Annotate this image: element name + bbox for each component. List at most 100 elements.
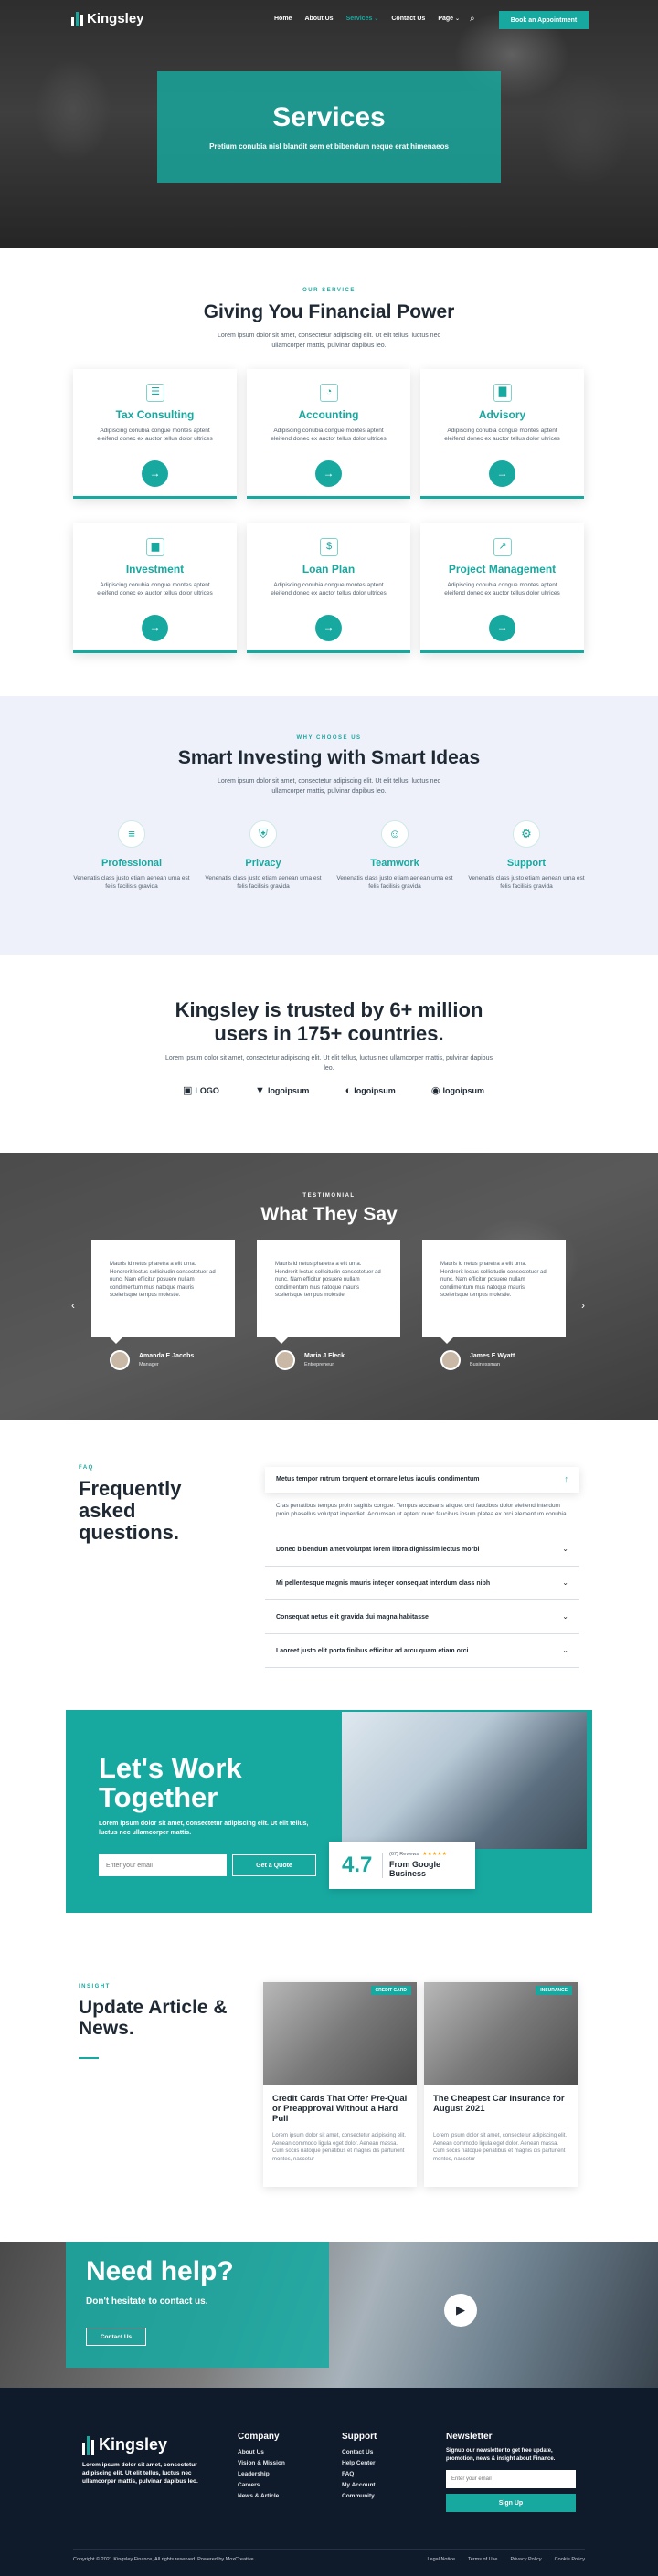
faq-section: FAQ Frequently asked questions. Metus te… — [0, 1420, 658, 1710]
testimonial-quote: Mauris id netus pharetra a elit urna. He… — [275, 1262, 381, 1298]
author-role: Businessman — [470, 1362, 501, 1367]
footer-link[interactable]: About Us — [238, 2449, 285, 2455]
legal-links: Legal Notice Terms of Use Privacy Policy… — [427, 2557, 585, 2562]
feature-desc: Venenatis class justo etiam aenean urna … — [468, 875, 585, 890]
legal-link[interactable]: Terms of Use — [468, 2557, 497, 2562]
service-desc: Adipiscing conubia congue montes aptent … — [97, 428, 213, 442]
faq-item[interactable]: Mi pellentesque magnis mauris integer co… — [265, 1567, 579, 1600]
contact-us-button[interactable]: Contact Us — [86, 2328, 146, 2346]
arrow-right-button[interactable]: → — [142, 615, 168, 641]
footer-link[interactable]: Vision & Mission — [238, 2460, 285, 2466]
help-subtitle: Don't hesitate to contact us. — [86, 2296, 208, 2307]
nav-item-home[interactable]: Home — [274, 16, 292, 22]
chevron-down-icon: ⌄ — [562, 1545, 568, 1553]
service-desc: Adipiscing conubia congue montes aptent … — [444, 582, 560, 596]
legal-link[interactable]: Legal Notice — [427, 2557, 455, 2562]
footer: Kingsley Lorem ipsum dolor sit amet, con… — [0, 2388, 658, 2576]
testimonial-eyebrow: TESTIMONIAL — [302, 1193, 356, 1198]
article-title[interactable]: Credit Cards That Offer Pre-Qual or Prea… — [272, 2094, 408, 2124]
nav-item-page[interactable]: Page ⌄ — [438, 16, 460, 22]
why-features: ≡ Professional Venenatis class justo eti… — [73, 820, 585, 891]
faq-title: Frequently asked questions. — [79, 1477, 182, 1544]
faq-item-open[interactable]: Metus tempor rutrum torquent et ornare l… — [265, 1467, 579, 1493]
article-excerpt: Lorem ipsum dolor sit amet, consectetur … — [433, 2133, 568, 2162]
legal-link[interactable]: Cookie Policy — [555, 2557, 585, 2562]
arrow-right-button[interactable]: → — [315, 460, 342, 487]
footer-link[interactable]: Leadership — [238, 2471, 285, 2477]
nav-item-services[interactable]: Services ⌄ — [346, 16, 379, 22]
author-name: James E Wyatt — [470, 1353, 515, 1359]
feature-item: ⚙ Support Venenatis class justo etiam ae… — [468, 820, 585, 891]
services-subtitle: Lorem ipsum dolor sit amet, consectetur … — [218, 333, 440, 349]
partner-logo: ▣ LOGO — [183, 1084, 219, 1096]
footer-logo[interactable]: Kingsley — [82, 2435, 167, 2455]
book-appointment-button[interactable]: Book an Appointment — [499, 11, 589, 29]
footer-link[interactable]: News & Article — [238, 2493, 285, 2499]
brand-logo[interactable]: Kingsley — [71, 11, 144, 26]
article-card[interactable]: INSURANCE The Cheapest Car Insurance for… — [424, 1982, 578, 2187]
testimonial-author: James E Wyatt Businessman — [440, 1350, 578, 1372]
feature-item: ☺ Teamwork Venenatis class justo etiam a… — [336, 820, 453, 891]
testimonial-card: Mauris id netus pharetra a elit urna. He… — [91, 1240, 235, 1344]
faq-question: Metus tempor rutrum torquent et ornare l… — [276, 1476, 480, 1483]
faq-accordion: Metus tempor rutrum torquent et ornare l… — [265, 1467, 579, 1668]
testimonial-author: Amanda E Jacobs Manager — [110, 1350, 247, 1372]
author-role: Entrepreneur — [304, 1362, 334, 1367]
article-excerpt: Lorem ipsum dolor sit amet, consectetur … — [272, 2133, 407, 2162]
services-grid: ☰ Tax Consulting Adipiscing conubia cong… — [73, 369, 585, 653]
search-icon[interactable]: ⌕ — [470, 14, 475, 24]
document-icon: ☰ — [146, 384, 164, 402]
testimonial-author: Maria J Fleck Entrepreneur — [275, 1350, 412, 1372]
article-title[interactable]: The Cheapest Car Insurance for August 20… — [433, 2094, 568, 2114]
footer-company-links: Company About Us Vision & Mission Leader… — [238, 2432, 285, 2504]
service-title: Advisory — [478, 408, 526, 421]
insight-section: INSIGHT Update Article & News. CREDIT CA… — [0, 1955, 658, 2211]
article-tag[interactable]: CREDIT CARD — [370, 1986, 411, 1995]
sign-up-button[interactable]: Sign Up — [446, 2494, 576, 2512]
play-icon[interactable]: ▶ — [444, 2294, 477, 2327]
review-count: (67) Reviews ★★★★★ — [389, 1851, 447, 1857]
footer-link[interactable]: My Account — [342, 2482, 377, 2488]
get-quote-button[interactable]: Get a Quote — [232, 1854, 316, 1876]
chevron-down-icon: ⌄ — [455, 16, 461, 22]
main-menu: Home About Us Services ⌄ Contact Us Page… — [274, 16, 460, 22]
nav-item-about[interactable]: About Us — [304, 16, 333, 22]
newsletter-email-input[interactable] — [446, 2470, 576, 2488]
faq-question: Consequat netus elit gravida dui magna h… — [276, 1614, 429, 1621]
footer-link[interactable]: Contact Us — [342, 2449, 377, 2455]
footer-link[interactable]: Community — [342, 2493, 377, 2499]
footer-link[interactable]: Help Center — [342, 2460, 377, 2466]
logo-mark-icon — [82, 2435, 94, 2455]
partner-logo-text: logoipsum — [267, 1085, 310, 1095]
footer-bottom-bar: Copyright © 2021 Kingsley Finance, All r… — [73, 2549, 585, 2562]
chevron-right-icon[interactable]: › — [581, 1299, 585, 1312]
email-input[interactable] — [99, 1854, 227, 1876]
handshake-photo — [342, 1712, 587, 1849]
faq-item[interactable]: Consequat netus elit gravida dui magna h… — [265, 1600, 579, 1634]
faq-item[interactable]: Laoreet justo elit porta finibus efficit… — [265, 1634, 579, 1668]
partner-logos: ▣ LOGO ▼ logoipsum ◐ logoipsum ◉ logoipsum — [183, 1084, 484, 1097]
work-together-banner: Let's Work Together Lorem ipsum dolor si… — [66, 1710, 592, 1913]
footer-link[interactable]: FAQ — [342, 2471, 377, 2477]
legal-link[interactable]: Privacy Policy — [510, 2557, 541, 2562]
chevron-left-icon[interactable]: ‹ — [71, 1299, 75, 1312]
arrow-right-button[interactable]: → — [489, 615, 515, 641]
partner-logo-text: LOGO — [195, 1085, 219, 1095]
nav-item-contact[interactable]: Contact Us — [391, 16, 425, 22]
arrow-right-button[interactable]: → — [489, 460, 515, 487]
partner-logo-text: logoipsum — [354, 1085, 396, 1095]
article-card[interactable]: CREDIT CARD Credit Cards That Offer Pre-… — [263, 1982, 417, 2187]
faq-item[interactable]: Donec bibendum amet volutpat lorem litor… — [265, 1533, 579, 1567]
footer-link[interactable]: Careers — [238, 2482, 285, 2488]
article-tag[interactable]: INSURANCE — [536, 1986, 572, 1995]
service-title: Tax Consulting — [115, 408, 195, 421]
arrow-right-button[interactable]: → — [142, 460, 168, 487]
support-icon: ⚙ — [513, 820, 540, 848]
service-card: ▇ Advisory Adipiscing conubia congue mon… — [420, 369, 584, 499]
logo-box-icon: ▣ — [183, 1085, 193, 1096]
arrow-right-button[interactable]: → — [315, 615, 342, 641]
brand-name: Kingsley — [87, 11, 144, 26]
rating-badge: 4.7 (67) Reviews ★★★★★ From Google Busine… — [329, 1842, 475, 1889]
faq-question: Donec bibendum amet volutpat lorem litor… — [276, 1547, 480, 1553]
service-title: Accounting — [298, 408, 359, 421]
